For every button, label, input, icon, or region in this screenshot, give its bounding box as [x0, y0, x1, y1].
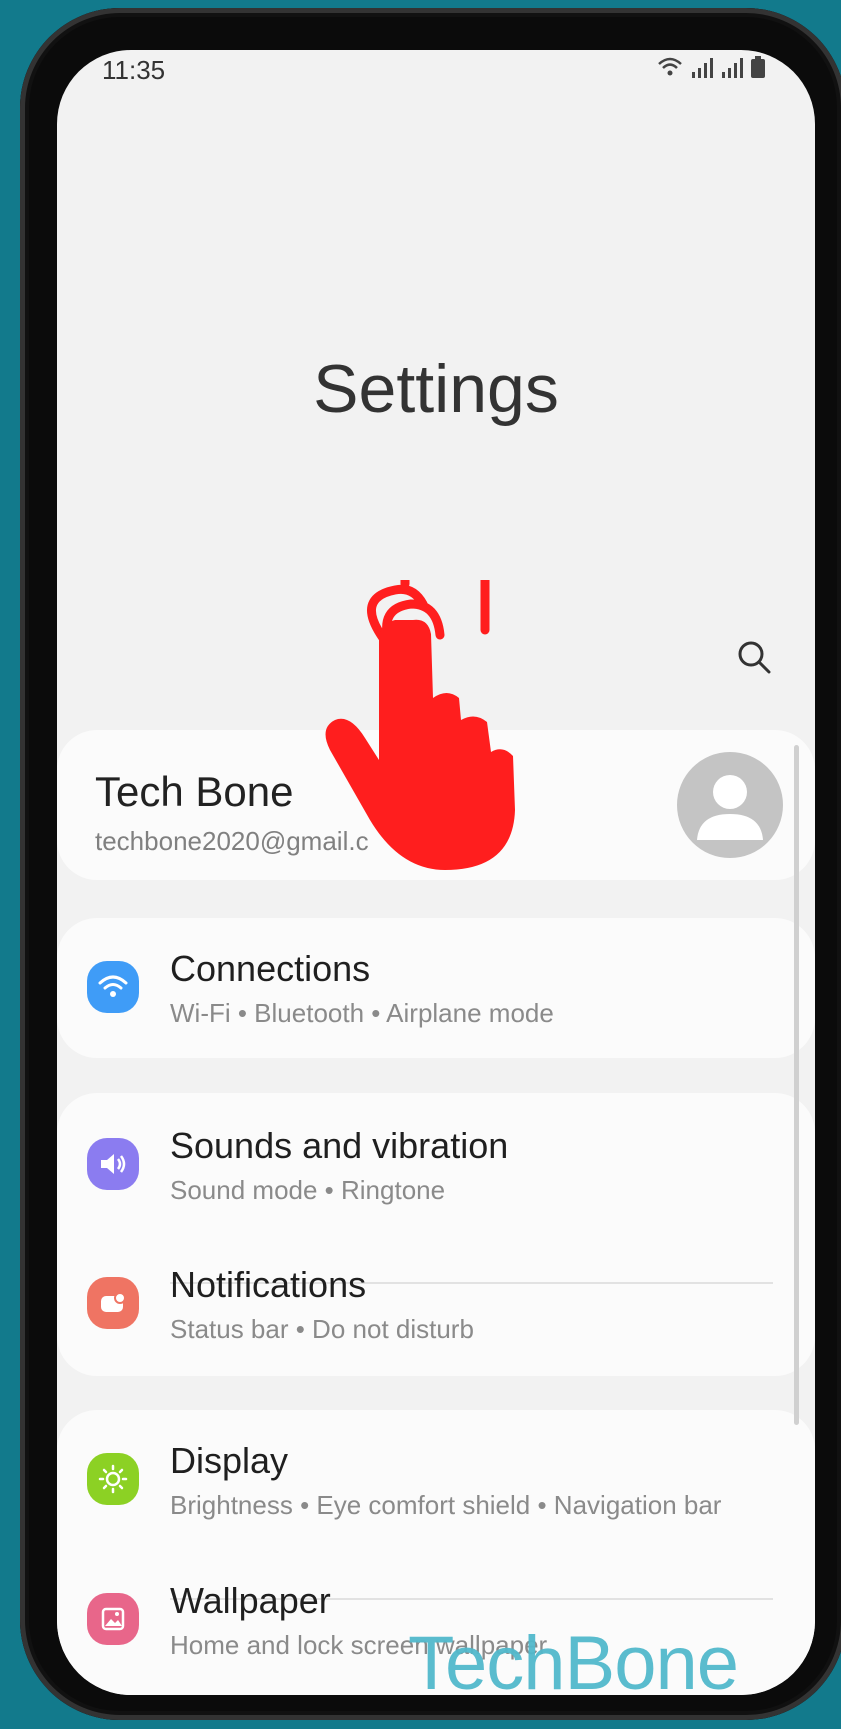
setting-sounds-vibration[interactable]: Sounds and vibration Sound mode • Ringto… [57, 1095, 815, 1235]
status-time: 11:35 [102, 55, 166, 85]
person-icon [697, 775, 763, 840]
profile-email: techbone2020@gmail.c [95, 826, 369, 856]
notification-icon [87, 1277, 139, 1329]
setting-display[interactable]: Display Brightness • Eye comfort shield … [57, 1410, 815, 1550]
setting-notifications[interactable]: Notifications Status bar • Do not distur… [57, 1234, 815, 1374]
signal-1-icon [692, 58, 713, 78]
volume-icon [87, 1138, 139, 1190]
brightness-icon [87, 1453, 139, 1505]
connections-card: Connections Wi-Fi • Bluetooth • Airplane… [57, 918, 815, 1058]
watermark: TechBone [408, 1621, 739, 1706]
sounds-notifications-card: Sounds and vibration Sound mode • Ringto… [57, 1093, 815, 1376]
wifi-status-icon [658, 57, 682, 76]
wifi-icon [87, 961, 139, 1013]
avatar[interactable] [677, 752, 783, 858]
account-card[interactable]: Tech Bone techbone2020@gmail.c [57, 730, 815, 880]
scrollbar[interactable] [794, 745, 799, 1425]
notifications-title: Notifications [170, 1264, 367, 1305]
sounds-title: Sounds and vibration [170, 1125, 509, 1166]
connections-subtitle: Wi-Fi • Bluetooth • Airplane mode [170, 998, 554, 1028]
status-bar: 11:35 [57, 50, 815, 90]
connections-title: Connections [170, 948, 371, 989]
wallpaper-icon [87, 1593, 139, 1645]
display-title: Display [170, 1440, 289, 1481]
profile-name: Tech Bone [95, 768, 294, 815]
page-title: Settings [313, 351, 559, 427]
signal-2-icon [722, 58, 743, 78]
notifications-subtitle: Status bar • Do not disturb [170, 1314, 474, 1344]
setting-connections[interactable]: Connections Wi-Fi • Bluetooth • Airplane… [57, 918, 815, 1058]
status-icons [657, 56, 765, 78]
battery-icon [751, 56, 765, 78]
search-icon [738, 641, 771, 674]
sounds-subtitle: Sound mode • Ringtone [170, 1175, 446, 1205]
phone-screen: 11:35 Settings Tech Bone techbone2020@gm… [57, 50, 815, 1695]
search-button[interactable] [735, 638, 775, 678]
wallpaper-title: Wallpaper [170, 1580, 331, 1621]
display-subtitle: Brightness • Eye comfort shield • Naviga… [170, 1490, 722, 1520]
